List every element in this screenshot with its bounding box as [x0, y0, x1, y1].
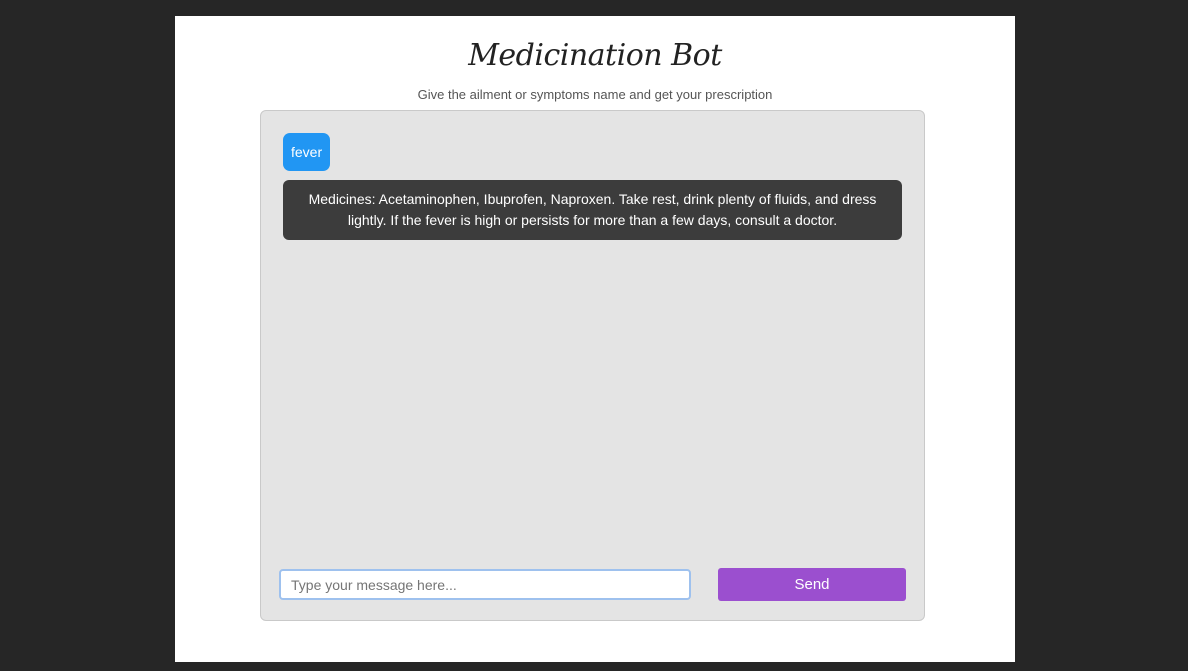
bot-message: Medicines: Acetaminophen, Ibuprofen, Nap…	[283, 180, 902, 240]
app-title: Medicination Bot	[468, 38, 722, 73]
page-container: Medicination Bot Give the ailment or sym…	[175, 16, 1015, 662]
app-subtitle: Give the ailment or symptoms name and ge…	[417, 87, 773, 102]
user-message: fever	[283, 133, 331, 171]
send-button[interactable]: Send	[718, 568, 906, 601]
message-input[interactable]	[279, 569, 691, 600]
chat-panel: fever Medicines: Acetaminophen, Ibuprofe…	[260, 110, 925, 621]
